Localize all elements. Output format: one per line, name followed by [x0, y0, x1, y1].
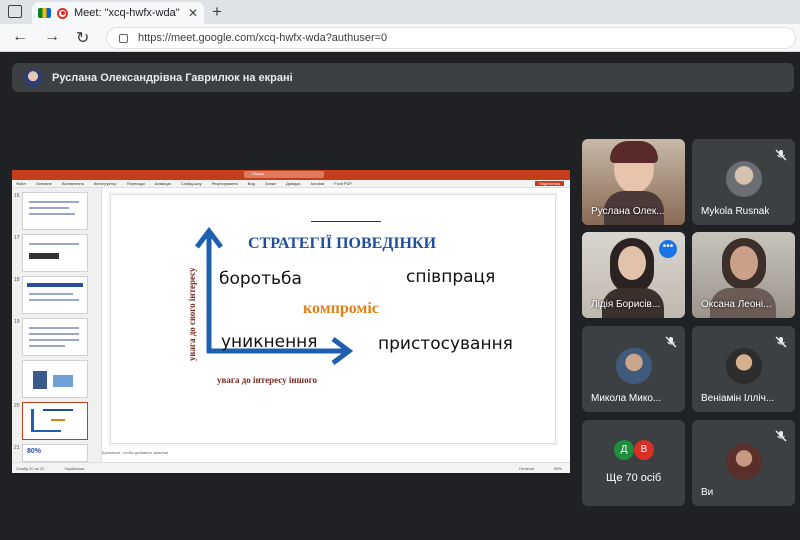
more-participants-tile[interactable]: Д В Ще 70 осіб [582, 420, 685, 506]
ppt-ribbon-menu: Файл Основне Вставлення Конструктор Пере… [12, 180, 570, 188]
ppt-share-button: Поділитися [534, 181, 564, 186]
language-indicator: Українська [64, 465, 85, 471]
slide-counter: Слайд 20 из 22 [16, 465, 45, 471]
mic-off-icon [775, 336, 787, 348]
ppt-title-bar: Пошук [12, 170, 570, 180]
ppt-menu-item: Запис [264, 181, 276, 186]
participant-name: Mykola Rusnak [701, 206, 770, 217]
url-text: https://meet.google.com/xcq-hwfx-wda?aut… [138, 32, 388, 44]
participant-tile[interactable]: Mykola Rusnak [692, 139, 795, 225]
address-bar: ← → ↻ https://meet.google.com/xcq-hwfx-w… [0, 24, 800, 52]
browser-tab-strip: Meet: "xcq-hwfx-wda" ✕ + [0, 0, 800, 24]
participant-tile[interactable]: Руслана Олек... [582, 139, 685, 225]
more-options-icon[interactable]: ••• [659, 240, 677, 258]
tab-actions-icon[interactable] [8, 5, 22, 18]
tab-close-icon[interactable]: ✕ [188, 6, 198, 20]
site-info-icon[interactable] [119, 33, 128, 43]
participant-tile-speaking[interactable]: ••• Лідія Борисів... [582, 232, 685, 318]
participant-tile[interactable]: Веніамін Ілліч... [692, 326, 795, 412]
participant-initial: Д [614, 440, 634, 460]
mic-off-icon [665, 336, 677, 348]
presenter-banner-text: Руслана Олександрівна Гаврилюк на екрані [52, 71, 293, 84]
notes-toggle: Нотатки [519, 465, 534, 471]
ppt-menu-item: Вставлення [61, 181, 84, 186]
x-axis-label: увага до інтересу іншого [217, 375, 317, 385]
presenter-banner: Руслана Олександрівна Гаврилюк на екрані [12, 63, 794, 92]
presenter-avatar [24, 68, 42, 87]
back-arrow-icon[interactable]: ← [12, 28, 28, 46]
participant-name: Оксана Леоні... [701, 299, 772, 310]
strategy-avoidance: уникнення [221, 332, 318, 352]
ppt-search-box: Пошук [244, 171, 324, 178]
zoom-level: 59% [553, 465, 562, 471]
ppt-menu-item: Рецензування [211, 181, 238, 186]
participant-tile[interactable]: Оксана Леоні... [692, 232, 795, 318]
ppt-menu-item: Вид [247, 181, 255, 186]
participant-name: Веніамін Ілліч... [701, 393, 775, 404]
self-name: Ви [701, 487, 714, 498]
ppt-menu-item: Файл [16, 181, 26, 186]
google-meet-icon [38, 8, 51, 18]
shared-screen[interactable]: Пошук Файл Основне Вставлення Конструкто… [12, 170, 570, 473]
participant-avatar [726, 161, 762, 197]
axes-arrows [195, 226, 354, 365]
strategy-collaboration: співпраця [406, 267, 496, 287]
current-slide: СТРАТЕГІЇ ПОВЕДІНКИ боротьба співпраця к… [110, 194, 556, 444]
browser-tab-meet[interactable]: Meet: "xcq-hwfx-wda" ✕ [32, 2, 204, 24]
reload-icon[interactable]: ↻ [76, 28, 89, 48]
ppt-menu-item: Слайд-шоу [180, 181, 202, 186]
ppt-menu-item: Довідка [285, 181, 301, 186]
mic-off-icon [775, 430, 787, 442]
strategy-accommodation: пристосування [378, 334, 513, 354]
forward-arrow-icon[interactable]: → [44, 28, 60, 46]
self-avatar [726, 444, 762, 480]
url-field[interactable]: https://meet.google.com/xcq-hwfx-wda?aut… [106, 27, 796, 49]
y-axis-label: увага до свого інтересу [187, 267, 197, 362]
slide-thumbnail: 18 [14, 276, 88, 314]
slide-canvas: СТРАТЕГІЇ ПОВЕДІНКИ боротьба співпраця к… [108, 192, 558, 446]
participant-initial: В [634, 440, 654, 460]
slide-thumbnail: 17 [14, 234, 88, 272]
tab-title: Meet: "xcq-hwfx-wda" [74, 7, 180, 19]
participant-tile[interactable]: Микола Мико... [582, 326, 685, 412]
slide-title: СТРАТЕГІЇ ПОВЕДІНКИ [248, 235, 437, 252]
ppt-menu-item: Переходи [126, 181, 145, 186]
participant-avatar [726, 348, 762, 384]
slide-thumbnail: 19 [14, 318, 88, 356]
participant-name: Лідія Борисів... [591, 299, 661, 310]
participant-avatar [616, 348, 652, 384]
strategy-competition: боротьба [219, 269, 302, 289]
notes-placeholder: Щелкните, чтобы добавить заметки [102, 450, 169, 455]
ppt-menu-item: Анімація [154, 181, 171, 186]
ppt-status-bar: Слайд 20 из 22 Українська Нотатки 59% [12, 462, 570, 473]
ppt-menu-item: Конструктор [93, 181, 117, 186]
strategy-compromise: компроміс [303, 300, 379, 317]
ppt-menu-item: Основне [35, 181, 52, 186]
participant-name: Микола Мико... [591, 393, 662, 404]
slide-thumbnail-pane: 16 17 18 19 20 21 80% [12, 188, 102, 462]
self-tile[interactable]: Ви [692, 420, 795, 506]
recording-icon [57, 7, 68, 19]
slide-thumbnail: 16 [14, 192, 88, 230]
ppt-menu-item: Foxit PDF [334, 181, 352, 186]
more-participants-count: Ще 70 осіб [606, 472, 662, 484]
ppt-menu-item: Acrobat [310, 181, 325, 186]
slide-thumbnail-selected: 20 [14, 402, 88, 440]
slide-thumbnail [22, 360, 88, 398]
participant-name: Руслана Олек... [591, 206, 665, 217]
mic-off-icon [775, 149, 787, 161]
new-tab-button[interactable]: + [212, 2, 222, 22]
slide-thumbnail: 21 80% [14, 444, 88, 462]
